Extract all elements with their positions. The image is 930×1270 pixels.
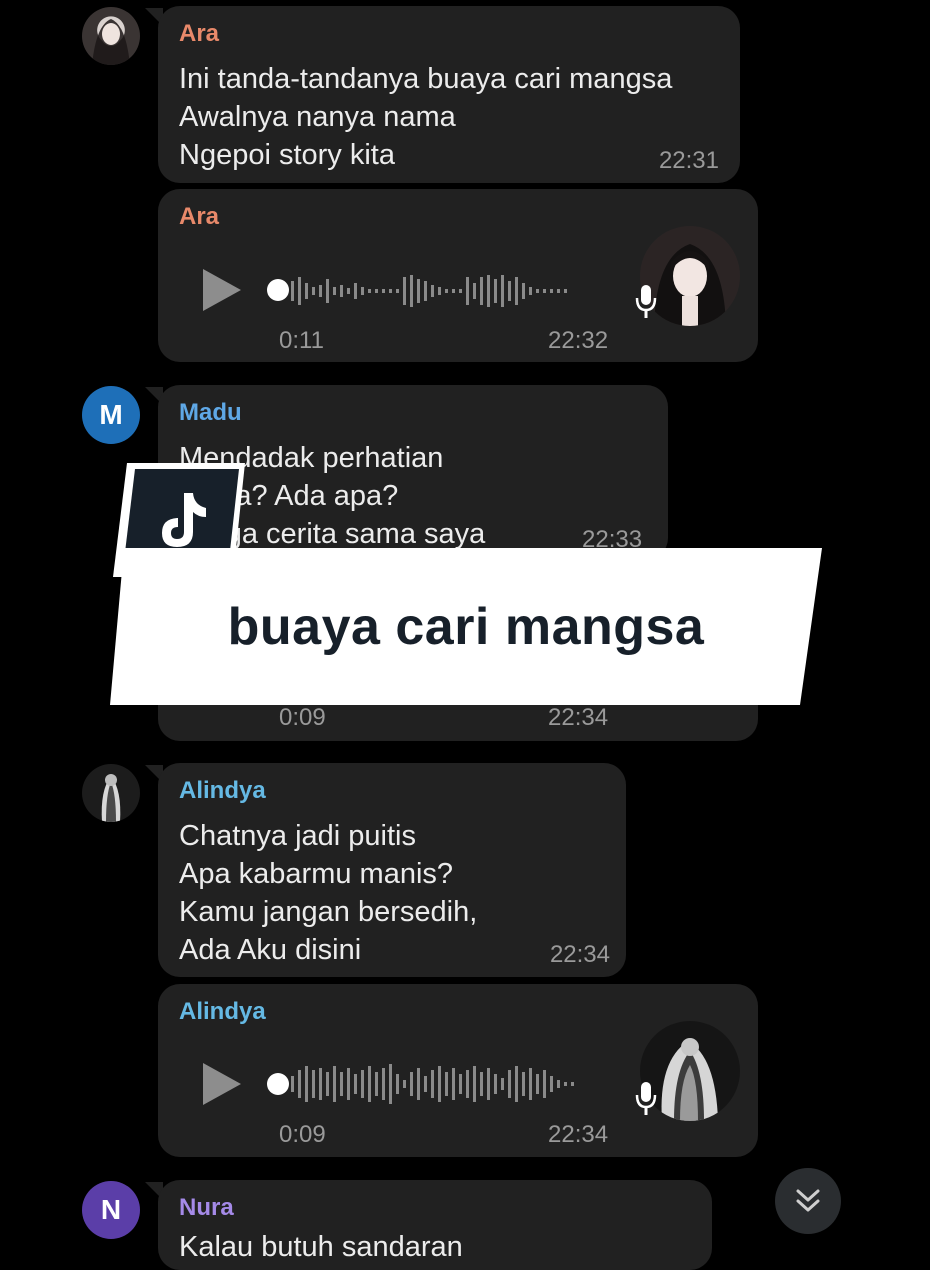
message-line: Ada Aku disini xyxy=(179,934,362,966)
voice-duration: 0:09 xyxy=(279,1121,326,1148)
playback-position-dot[interactable] xyxy=(267,1073,289,1095)
voice-duration: 0:11 xyxy=(279,327,324,354)
message-bubble[interactable]: Ara Ini tanda-tandanya buaya cari mangsa… xyxy=(158,6,740,183)
avatar-alindya[interactable] xyxy=(82,764,140,822)
avatar-ara[interactable] xyxy=(82,7,140,65)
message-line: Ngepoi story kita xyxy=(179,139,395,171)
sender-name: Ara xyxy=(179,203,220,230)
message-line: Awalnya nanya nama xyxy=(179,101,456,133)
sender-name: Madu xyxy=(179,399,242,426)
chevron-double-down-icon xyxy=(796,1189,820,1212)
waveform[interactable] xyxy=(291,271,611,311)
sender-name: Ara xyxy=(179,20,220,47)
sender-name: Alindya xyxy=(179,998,266,1025)
sender-name: Alindya xyxy=(179,777,266,804)
avatar-alindya-photo xyxy=(101,774,121,822)
waveform[interactable] xyxy=(291,1062,611,1106)
message-line: Kalau butuh sandaran xyxy=(179,1231,463,1263)
avatar-letter: M xyxy=(99,399,123,430)
message-bubble[interactable]: Nura Kalau butuh sandaran xyxy=(158,1180,712,1270)
sender-name: Nura xyxy=(179,1194,234,1221)
avatar-letter: N xyxy=(100,1194,122,1225)
message-text: Chatnya jadi puitis Apa kabarmu manis? K… xyxy=(179,817,477,969)
scroll-to-bottom-button[interactable] xyxy=(775,1168,841,1234)
message-line: Chatnya jadi puitis xyxy=(179,820,416,852)
message-time: 22:34 xyxy=(548,1121,609,1148)
microphone-icon xyxy=(635,285,657,318)
avatar-ara-photo xyxy=(92,19,130,65)
microphone-icon xyxy=(635,1082,657,1115)
caption-text: buaya cari mangsa xyxy=(227,597,705,656)
message-time: 22:34 xyxy=(548,704,609,731)
message-time: 22:32 xyxy=(548,327,609,354)
message-bubble[interactable]: Alindya Chatnya jadi puitis Apa kabarmu … xyxy=(158,763,626,977)
avatar-madu[interactable]: M xyxy=(82,386,140,444)
play-icon[interactable] xyxy=(203,269,241,311)
message-text: Kalau butuh sandaran xyxy=(179,1228,463,1266)
message-line: Ini tanda-tandanya buaya cari mangsa xyxy=(179,63,673,95)
playback-position-dot[interactable] xyxy=(267,279,289,301)
voice-duration: 0:09 xyxy=(279,704,326,731)
message-time: 22:34 xyxy=(549,941,610,968)
play-icon[interactable] xyxy=(203,1063,241,1105)
message-time: 22:31 xyxy=(658,147,719,174)
message-line: Kamu jangan bersedih, xyxy=(179,896,478,928)
message-line: Apa kabarmu manis? xyxy=(179,858,454,890)
message-text: Ini tanda-tandanya buaya cari mangsa Awa… xyxy=(179,60,672,174)
avatar-nura[interactable]: N xyxy=(82,1181,140,1239)
